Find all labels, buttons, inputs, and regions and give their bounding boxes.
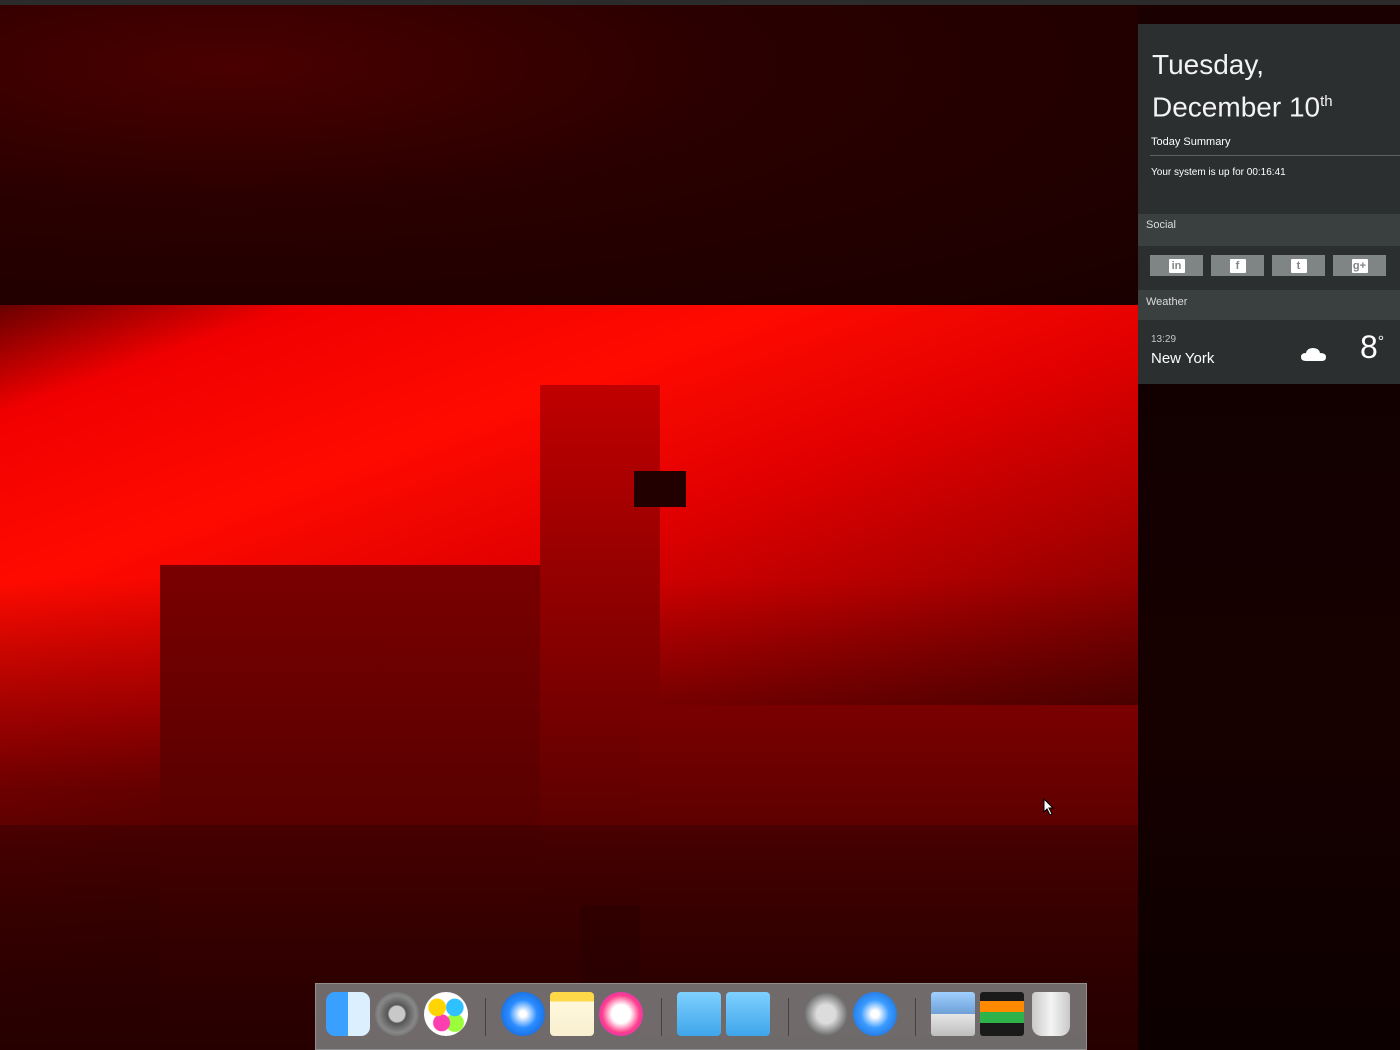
facebook-icon: f (1229, 258, 1246, 273)
notes-icon[interactable] (550, 992, 594, 1036)
dock-separator (661, 998, 662, 1036)
weather-city: New York (1151, 350, 1215, 367)
linkedin-icon: in (1168, 258, 1185, 273)
folder-icon[interactable] (677, 992, 721, 1036)
dock-separator (915, 998, 916, 1036)
date-day: December 10th (1152, 83, 1333, 125)
temperature-value: 8 (1360, 329, 1378, 365)
temperature-unit: ° (1377, 333, 1385, 351)
today-date: Tuesday, December 10th (1152, 46, 1333, 125)
twitter-button[interactable]: t (1272, 255, 1325, 276)
google-plus-icon: g+ (1351, 258, 1368, 273)
trash-icon[interactable] (1032, 992, 1070, 1036)
gear-icon[interactable] (375, 992, 419, 1036)
date-ordinal-suffix: th (1320, 93, 1333, 110)
social-header: Social (1138, 214, 1400, 246)
dock-separator (485, 998, 486, 1036)
wallpaper-sky (0, 5, 1138, 305)
desktop-right-area (1138, 384, 1400, 1050)
linkedin-button[interactable]: in (1150, 255, 1203, 276)
uptime-text: Your system is up for 00:16:41 (1151, 167, 1286, 178)
weather-temperature: 8° (1360, 329, 1384, 366)
monitor-icon[interactable] (980, 992, 1024, 1036)
folder-icon[interactable] (726, 992, 770, 1036)
app-store-icon[interactable] (853, 992, 897, 1036)
rocket-icon[interactable] (804, 992, 848, 1036)
date-month-day: December 10 (1152, 91, 1321, 123)
social-title: Social (1146, 219, 1176, 231)
summary-divider (1150, 155, 1400, 156)
today-summary-title: Today Summary (1151, 136, 1231, 148)
cloud-icon (1301, 348, 1326, 361)
dock (315, 983, 1087, 1050)
date-weekday: Tuesday, (1152, 49, 1265, 80)
weather-title: Weather (1146, 296, 1188, 308)
weather-header: Weather (1138, 290, 1400, 320)
mouse-pointer-icon (1043, 798, 1055, 816)
finder-icon[interactable] (326, 992, 370, 1036)
compass-icon[interactable] (501, 992, 545, 1036)
facebook-button[interactable]: f (1211, 255, 1264, 276)
music-note-icon[interactable] (599, 992, 643, 1036)
google-plus-button[interactable]: g+ (1333, 255, 1386, 276)
desktop-wallpaper (0, 5, 1138, 1050)
dock-separator (788, 998, 789, 1036)
game-center-icon[interactable] (424, 992, 468, 1036)
twitter-icon: t (1290, 258, 1307, 273)
wallpaper-glitch-block (634, 471, 686, 507)
weather-time: 13:29 (1151, 334, 1177, 345)
preview-icon[interactable] (931, 992, 975, 1036)
today-panel: Tuesday, December 10th Today Summary You… (1138, 24, 1400, 384)
